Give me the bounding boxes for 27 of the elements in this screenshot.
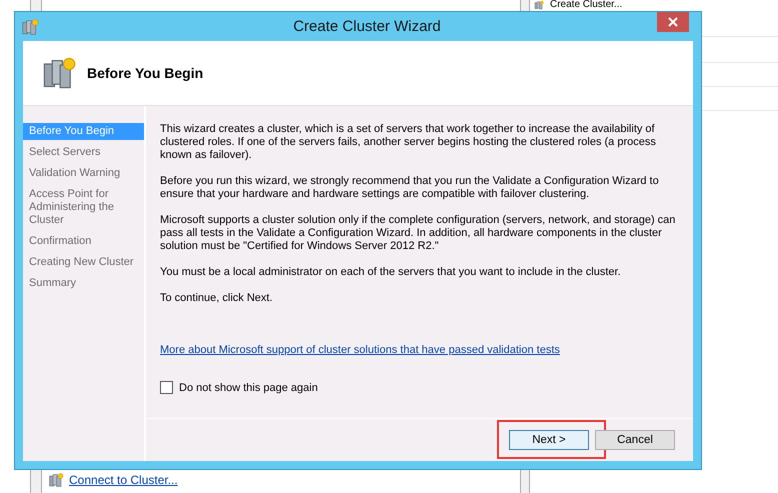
page-title: Before You Begin bbox=[87, 65, 204, 81]
app-icon bbox=[21, 18, 39, 36]
close-icon bbox=[668, 17, 678, 27]
checkbox-label: Do not show this page again bbox=[179, 382, 318, 394]
wizard-step[interactable]: Select Servers bbox=[23, 144, 144, 161]
window-title: Create Cluster Wizard bbox=[292, 18, 442, 35]
server-cluster-icon bbox=[41, 55, 77, 91]
support-link[interactable]: More about Microsoft support of cluster solutions that have passed validation tests bbox=[160, 344, 560, 356]
cluster-icon bbox=[48, 472, 64, 488]
checkbox[interactable] bbox=[160, 381, 173, 394]
action-link[interactable]: Create Cluster... bbox=[550, 0, 622, 10]
description-text: Before you run this wizard, we strongly recommend that you run the Validate a Configuration Wizard to ensure that your hardware and hardware settings are compatible with failover clustering. bbox=[160, 175, 660, 201]
description-text: This wizard creates a cluster, which is a set of servers that work together to increase the availability of clustered roles. If one of the servers fails, another server begins hosting the clustered roles (a process known as failover). bbox=[160, 123, 657, 162]
wizard-step[interactable]: Confirmation bbox=[23, 233, 144, 250]
wizard-step[interactable]: Creating New Cluster bbox=[23, 254, 144, 271]
cluster-icon bbox=[534, 0, 544, 10]
connect-link[interactable]: Connect to Cluster... bbox=[69, 473, 178, 487]
wizard-step[interactable]: Access Point for Administering the Cluster bbox=[23, 186, 144, 229]
wizard-button[interactable]: Next > bbox=[509, 430, 589, 450]
close-button[interactable] bbox=[657, 12, 689, 32]
wizard-step[interactable]: Validation Warning bbox=[23, 165, 144, 182]
wizard-button[interactable]: Cancel bbox=[595, 430, 675, 450]
wizard-step[interactable]: Before You Begin bbox=[23, 123, 144, 140]
description-text: You must be a local administrator on each of the servers that you want to include in the cluster. bbox=[160, 266, 622, 279]
wizard-step[interactable]: Summary bbox=[23, 275, 144, 292]
description-text: Microsoft supports a cluster solution only if the complete configuration (servers, network, and storage) can pass all tests in the Validate a Configuration Wizard. In addition, all hardware components in the cluster solution must be "Certified for Windows Server 2012 R2." bbox=[160, 214, 676, 253]
description-text: To continue, click Next. bbox=[160, 292, 274, 305]
